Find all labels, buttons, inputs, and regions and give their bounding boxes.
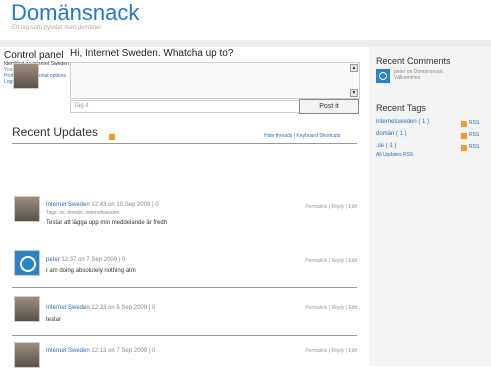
post-actions[interactable]: Permalink | Reply | Edit (305, 305, 357, 311)
scroll-down-arrow-icon[interactable]: ▼ (350, 89, 358, 97)
post-author[interactable]: Internet Sweden 12:43 on 10 Sep 2009 | 0 (46, 202, 159, 208)
rss-icon[interactable] (461, 121, 467, 127)
rss-icon[interactable] (461, 133, 467, 139)
post-text: I am doing absolutely nothing atm (46, 268, 136, 274)
tag-rss-link[interactable]: RSS (469, 144, 479, 150)
post-author[interactable]: peter 12:37 on 7 Sep 2009 | 0 (46, 257, 125, 263)
post-actions[interactable]: Permalink | Reply | Edit (305, 348, 357, 354)
post-author[interactable]: Internet Sweden 12:13 on 7 Sep 2009 | 0 (46, 348, 155, 354)
sidebar: Recent Comments peter on Domänsnack Välk… (369, 47, 491, 366)
post-text: testar (46, 317, 62, 323)
avatar (14, 250, 40, 276)
header-band (0, 40, 491, 47)
tag-link[interactable]: .se ( 1 ) (376, 143, 396, 149)
avatar (13, 63, 39, 89)
tag-input[interactable]: Tag it (70, 100, 301, 113)
divider (12, 287, 357, 288)
tag-rss-link[interactable]: RSS (469, 132, 479, 138)
site-header: Domänsnack Ett lag som pysslar med domän… (0, 0, 491, 41)
post-text: Testar att lägga upp min meddelande är f… (46, 220, 168, 226)
avatar (14, 342, 40, 368)
all-updates-rss-link[interactable]: All Updates RSS (376, 152, 413, 158)
tag-link[interactable]: domän ( 1 ) (376, 131, 407, 137)
control-panel-title[interactable]: Control panel (4, 50, 63, 61)
divider (12, 143, 357, 144)
post-actions[interactable]: Permalink | Reply | Edit (305, 258, 357, 264)
tag-link[interactable]: internetsweden ( 1 ) (376, 119, 429, 125)
status-prompt: Hi, Internet Sweden. Whatcha up to? (70, 48, 234, 59)
post-button[interactable]: Post it (299, 99, 359, 114)
rss-icon[interactable] (109, 134, 115, 140)
post-meta: 12:43 on 10 Sep 2009 | 0 (91, 202, 159, 208)
divider (12, 335, 357, 336)
avatar (376, 69, 390, 83)
site-title[interactable]: Domänsnack (11, 0, 139, 26)
comment-entry[interactable]: peter on Domänsnack Välkommen (394, 69, 443, 81)
post-actions[interactable]: Permalink | Reply | Edit (305, 204, 357, 210)
tag-rss-link[interactable]: RSS (469, 120, 479, 126)
avatar (14, 296, 40, 322)
post-author[interactable]: Internet Sweden 12:33 on 8 Sep 2009 | 0 (46, 305, 155, 311)
post-meta: 12:13 on 7 Sep 2009 | 0 (91, 348, 156, 354)
recent-comments-title: Recent Comments (376, 56, 451, 66)
recent-updates-title: Recent Updates (12, 125, 99, 139)
status-textarea[interactable]: ▲ ▼ (70, 62, 360, 99)
recent-tags-title: Recent Tags (376, 103, 426, 113)
post-tags: Tags: se, domän, internetsweden (46, 210, 120, 216)
post-meta: 12:33 on 8 Sep 2009 | 0 (91, 305, 156, 311)
rss-icon[interactable] (461, 145, 467, 151)
scroll-up-arrow-icon[interactable]: ▲ (350, 64, 358, 72)
power-icon (379, 72, 387, 80)
site-tagline: Ett lag som pysslar med domäner (12, 25, 102, 31)
post-meta: 12:37 on 7 Sep 2009 | 0 (61, 257, 126, 263)
avatar (14, 196, 40, 222)
updates-links[interactable]: Hide threads | Keyboard Shortcuts (264, 133, 340, 139)
power-icon (20, 256, 36, 272)
